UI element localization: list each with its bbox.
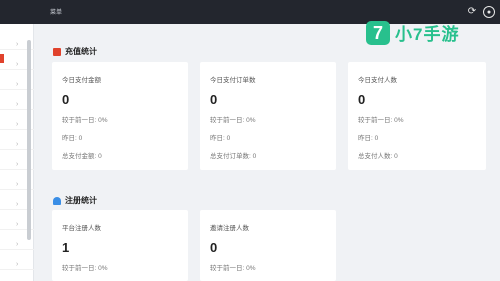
card-compare: 较于前一日: 0% bbox=[210, 265, 256, 272]
sidebar: › › › › › › › › › › › › bbox=[0, 24, 34, 281]
register-card-invite: 邀请注册人数 0 较于前一日: 0% bbox=[200, 210, 336, 281]
card-value: 0 bbox=[358, 92, 366, 107]
card-yesterday: 昨日: 0 bbox=[210, 135, 231, 142]
chevron-right-icon: › bbox=[16, 141, 19, 148]
chevron-right-icon: › bbox=[16, 221, 19, 228]
card-total: 总支付订单数: 0 bbox=[210, 153, 257, 160]
chevron-right-icon: › bbox=[16, 241, 19, 248]
sidebar-scrollbar[interactable] bbox=[27, 40, 31, 240]
user-circle-icon[interactable]: ● bbox=[483, 6, 495, 18]
recharge-icon bbox=[53, 47, 61, 56]
card-value: 1 bbox=[62, 240, 70, 255]
user-icon bbox=[53, 196, 61, 205]
card-compare: 较于前一日: 0% bbox=[358, 117, 404, 124]
recharge-card-orders: 今日支付订单数 0 较于前一日: 0% 昨日: 0 总支付订单数: 0 bbox=[200, 62, 336, 170]
card-yesterday: 昨日: 0 bbox=[62, 135, 83, 142]
logo-text: 小7手游 bbox=[395, 25, 460, 44]
chevron-right-icon: › bbox=[16, 41, 19, 48]
register-title-text: 注册统计 bbox=[65, 196, 97, 205]
card-value: 0 bbox=[210, 92, 218, 107]
chevron-right-icon: › bbox=[16, 101, 19, 108]
refresh-icon[interactable]: ⟳ bbox=[466, 6, 478, 18]
top-menu-label[interactable]: 菜单 bbox=[50, 7, 62, 16]
card-title: 平台注册人数 bbox=[62, 225, 101, 232]
sidebar-item[interactable]: › bbox=[0, 260, 34, 270]
register-section-title: 注册统计 bbox=[53, 195, 97, 206]
card-total: 总支付人数: 0 bbox=[358, 153, 398, 160]
recharge-card-amount: 今日支付金额 0 较于前一日: 0% 昨日: 0 总支付金额: 0 bbox=[52, 62, 188, 170]
chevron-right-icon: › bbox=[16, 121, 19, 128]
card-title: 今日支付订单数 bbox=[210, 77, 256, 84]
chevron-right-icon: › bbox=[16, 161, 19, 168]
watermark-logo: 7 小7手游 bbox=[366, 20, 459, 45]
recharge-title-text: 充值统计 bbox=[65, 47, 97, 56]
chevron-right-icon: › bbox=[16, 261, 19, 268]
card-value: 0 bbox=[62, 92, 70, 107]
sidebar-item[interactable]: › bbox=[0, 240, 34, 250]
card-total: 总支付金额: 0 bbox=[62, 153, 102, 160]
chevron-right-icon: › bbox=[16, 81, 19, 88]
recharge-card-users: 今日支付人数 0 较于前一日: 0% 昨日: 0 总支付人数: 0 bbox=[348, 62, 486, 170]
card-value: 0 bbox=[210, 240, 218, 255]
card-title: 今日支付金额 bbox=[62, 77, 101, 84]
register-card-platform: 平台注册人数 1 较于前一日: 0% bbox=[52, 210, 188, 281]
card-compare: 较于前一日: 0% bbox=[62, 265, 108, 272]
recharge-section-title: 充值统计 bbox=[53, 46, 97, 57]
card-compare: 较于前一日: 0% bbox=[210, 117, 256, 124]
card-title: 邀请注册人数 bbox=[210, 225, 249, 232]
chevron-right-icon: › bbox=[16, 201, 19, 208]
chevron-right-icon: › bbox=[16, 61, 19, 68]
card-title: 今日支付人数 bbox=[358, 77, 397, 84]
card-compare: 较于前一日: 0% bbox=[62, 117, 108, 124]
card-yesterday: 昨日: 0 bbox=[358, 135, 379, 142]
chevron-right-icon: › bbox=[16, 181, 19, 188]
logo-badge: 7 bbox=[366, 20, 390, 45]
